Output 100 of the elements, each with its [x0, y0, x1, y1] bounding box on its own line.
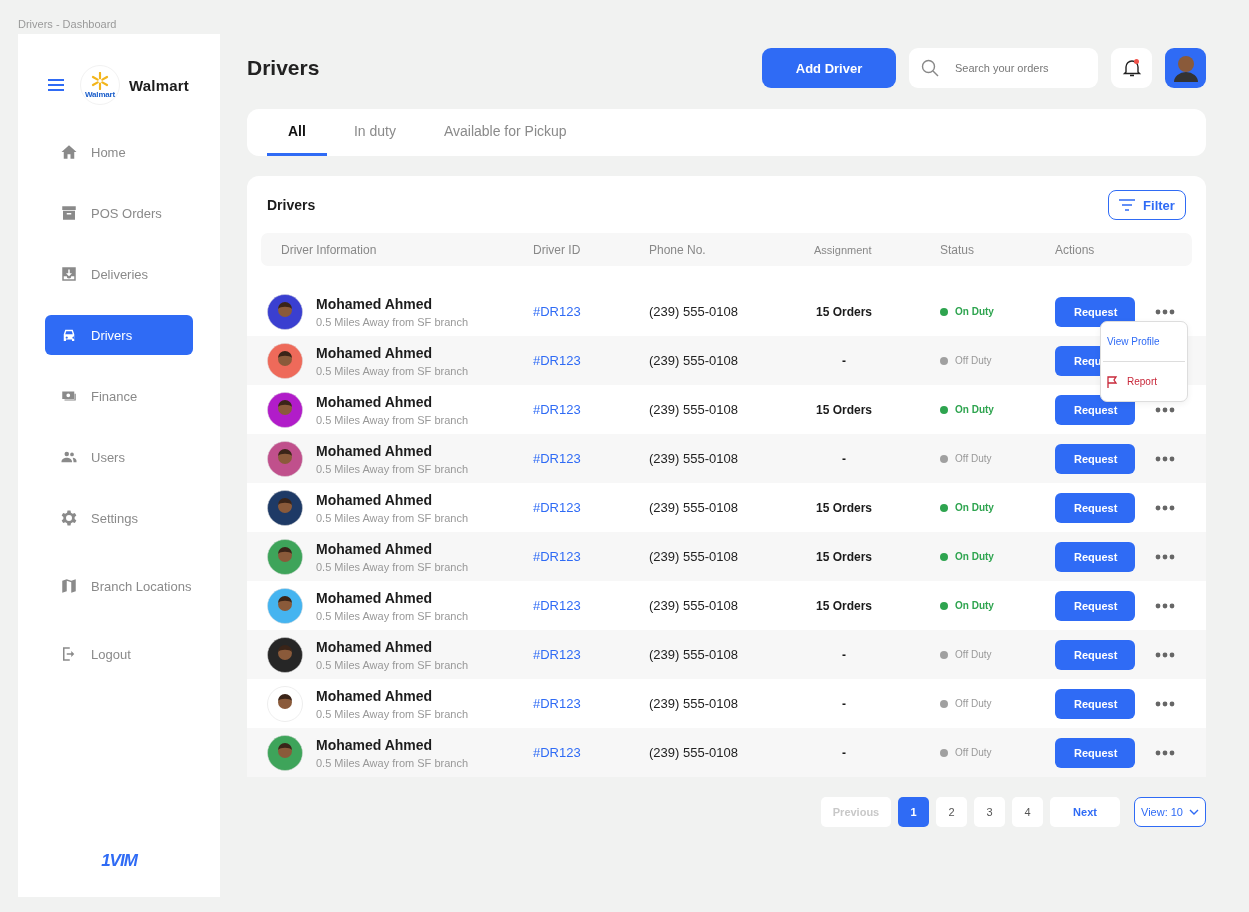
driver-id-link[interactable]: #DR123	[533, 451, 649, 466]
filter-button[interactable]: Filter	[1108, 190, 1186, 220]
nav-item[interactable]: Home	[45, 132, 193, 172]
request-button[interactable]: Request	[1055, 639, 1135, 670]
settings-icon	[60, 509, 78, 527]
phone-number: (239) 555-0108	[649, 451, 739, 466]
driver-name: Mohamed Ahmed	[316, 736, 434, 753]
nav-item[interactable]: Branch Locations	[45, 566, 193, 606]
column-header: Status	[940, 242, 976, 257]
profile-avatar[interactable]	[1165, 48, 1206, 88]
more-icon[interactable]	[1155, 406, 1175, 413]
status-label: On Duty	[955, 306, 994, 317]
bell-icon	[1121, 58, 1142, 78]
nav-item[interactable]: Logout	[45, 634, 193, 674]
search-field[interactable]: Search your orders	[909, 48, 1098, 88]
nav-item[interactable]: Settings	[45, 498, 193, 538]
driver-distance: 0.5 Miles Away from SF branch	[316, 413, 469, 426]
page-button[interactable]: 1	[898, 797, 929, 827]
status-label: Off Duty	[955, 453, 992, 464]
request-button[interactable]: Request	[1055, 737, 1135, 768]
filter-icon	[1119, 199, 1136, 211]
driver-name: Mohamed Ahmed	[316, 344, 434, 361]
driver-distance: 0.5 Miles Away from SF branch	[316, 658, 469, 671]
page-button[interactable]: 3	[974, 797, 1005, 827]
request-button[interactable]: Request	[1055, 492, 1135, 523]
request-button[interactable]: Request	[1055, 541, 1135, 572]
request-button[interactable]: Request	[1055, 590, 1135, 621]
request-button[interactable]: Request	[1055, 688, 1135, 719]
status-label: Off Duty	[955, 698, 992, 709]
phone-number: (239) 555-0108	[649, 304, 739, 319]
page-size-dropdown[interactable]: View: 10	[1134, 797, 1206, 827]
driver-name: Mohamed Ahmed	[316, 491, 434, 508]
status-label: On Duty	[955, 502, 994, 513]
assignment-count: -	[841, 353, 847, 368]
more-icon[interactable]	[1155, 455, 1175, 462]
column-header: Actions	[1055, 242, 1096, 257]
status-label: On Duty	[955, 551, 994, 562]
window-title: Drivers - Dashboard	[18, 18, 118, 32]
driver-name: Mohamed Ahmed	[316, 687, 434, 704]
flag-icon	[1107, 375, 1118, 388]
driver-id-link[interactable]: #DR123	[533, 402, 649, 417]
chevron-down-icon	[1189, 809, 1199, 815]
phone-number: (239) 555-0108	[649, 598, 739, 613]
request-button[interactable]: Request	[1055, 443, 1135, 474]
driver-name: Mohamed Ahmed	[316, 589, 434, 606]
assignment-count: 15 Orders	[814, 304, 873, 319]
page-button[interactable]: 4	[1012, 797, 1043, 827]
more-icon[interactable]	[1155, 700, 1175, 707]
more-icon[interactable]	[1155, 602, 1175, 609]
menu-icon[interactable]	[48, 79, 64, 91]
status-label: On Duty	[955, 600, 994, 611]
phone-number: (239) 555-0108	[649, 696, 739, 711]
archive-icon	[60, 204, 78, 222]
column-header: Phone No.	[649, 242, 707, 257]
search-input[interactable]: Search your orders	[953, 61, 1097, 75]
assignment-count: -	[841, 745, 847, 760]
driver-distance: 0.5 Miles Away from SF branch	[316, 364, 469, 377]
status-label: Off Duty	[955, 649, 992, 660]
tab[interactable]: Available for Pickup	[422, 109, 588, 156]
driver-distance: 0.5 Miles Away from SF branch	[316, 609, 469, 622]
phone-number: (239) 555-0108	[649, 500, 739, 515]
more-icon[interactable]	[1155, 749, 1175, 756]
nav-item[interactable]: Drivers	[45, 315, 193, 355]
driver-id-link[interactable]: #DR123	[533, 500, 649, 515]
request-button[interactable]: Request	[1055, 296, 1135, 327]
column-header: Driver Information	[280, 242, 378, 257]
home-icon	[60, 143, 78, 161]
driver-name: Mohamed Ahmed	[316, 442, 434, 459]
map-icon	[60, 577, 78, 595]
phone-number: (239) 555-0108	[649, 647, 739, 662]
driver-id-link[interactable]: #DR123	[533, 647, 649, 662]
next-button[interactable]: Next	[1050, 797, 1120, 827]
nav-item[interactable]: Deliveries	[45, 254, 193, 294]
nav-item[interactable]: POS Orders	[45, 193, 193, 233]
more-icon[interactable]	[1155, 308, 1175, 315]
status-label: On Duty	[955, 404, 994, 415]
status-label: Off Duty	[955, 355, 992, 366]
phone-number: (239) 555-0108	[649, 353, 739, 368]
tab[interactable]: All	[267, 109, 327, 156]
driver-id-link[interactable]: #DR123	[533, 353, 649, 368]
driver-id-link[interactable]: #DR123	[533, 304, 649, 319]
tab[interactable]: In duty	[332, 109, 417, 156]
assignment-count: -	[841, 451, 847, 466]
driver-id-link[interactable]: #DR123	[533, 598, 649, 613]
more-icon[interactable]	[1155, 651, 1175, 658]
table-title: Drivers	[267, 197, 316, 213]
driver-id-link[interactable]: #DR123	[533, 745, 649, 760]
add-driver-button[interactable]: Add Driver	[762, 48, 896, 88]
notification-button[interactable]	[1111, 48, 1152, 88]
nav-item[interactable]: Finance	[45, 376, 193, 416]
more-icon[interactable]	[1155, 553, 1175, 560]
driver-id-link[interactable]: #DR123	[533, 549, 649, 564]
driver-id-link[interactable]: #DR123	[533, 696, 649, 711]
assignment-count: 15 Orders	[814, 598, 873, 613]
more-icon[interactable]	[1155, 504, 1175, 511]
driver-distance: 0.5 Miles Away from SF branch	[316, 560, 469, 573]
phone-number: (239) 555-0108	[649, 549, 739, 564]
nav-item[interactable]: Users	[45, 437, 193, 477]
page-button[interactable]: 2	[936, 797, 967, 827]
driver-distance: 0.5 Miles Away from SF branch	[316, 462, 469, 475]
